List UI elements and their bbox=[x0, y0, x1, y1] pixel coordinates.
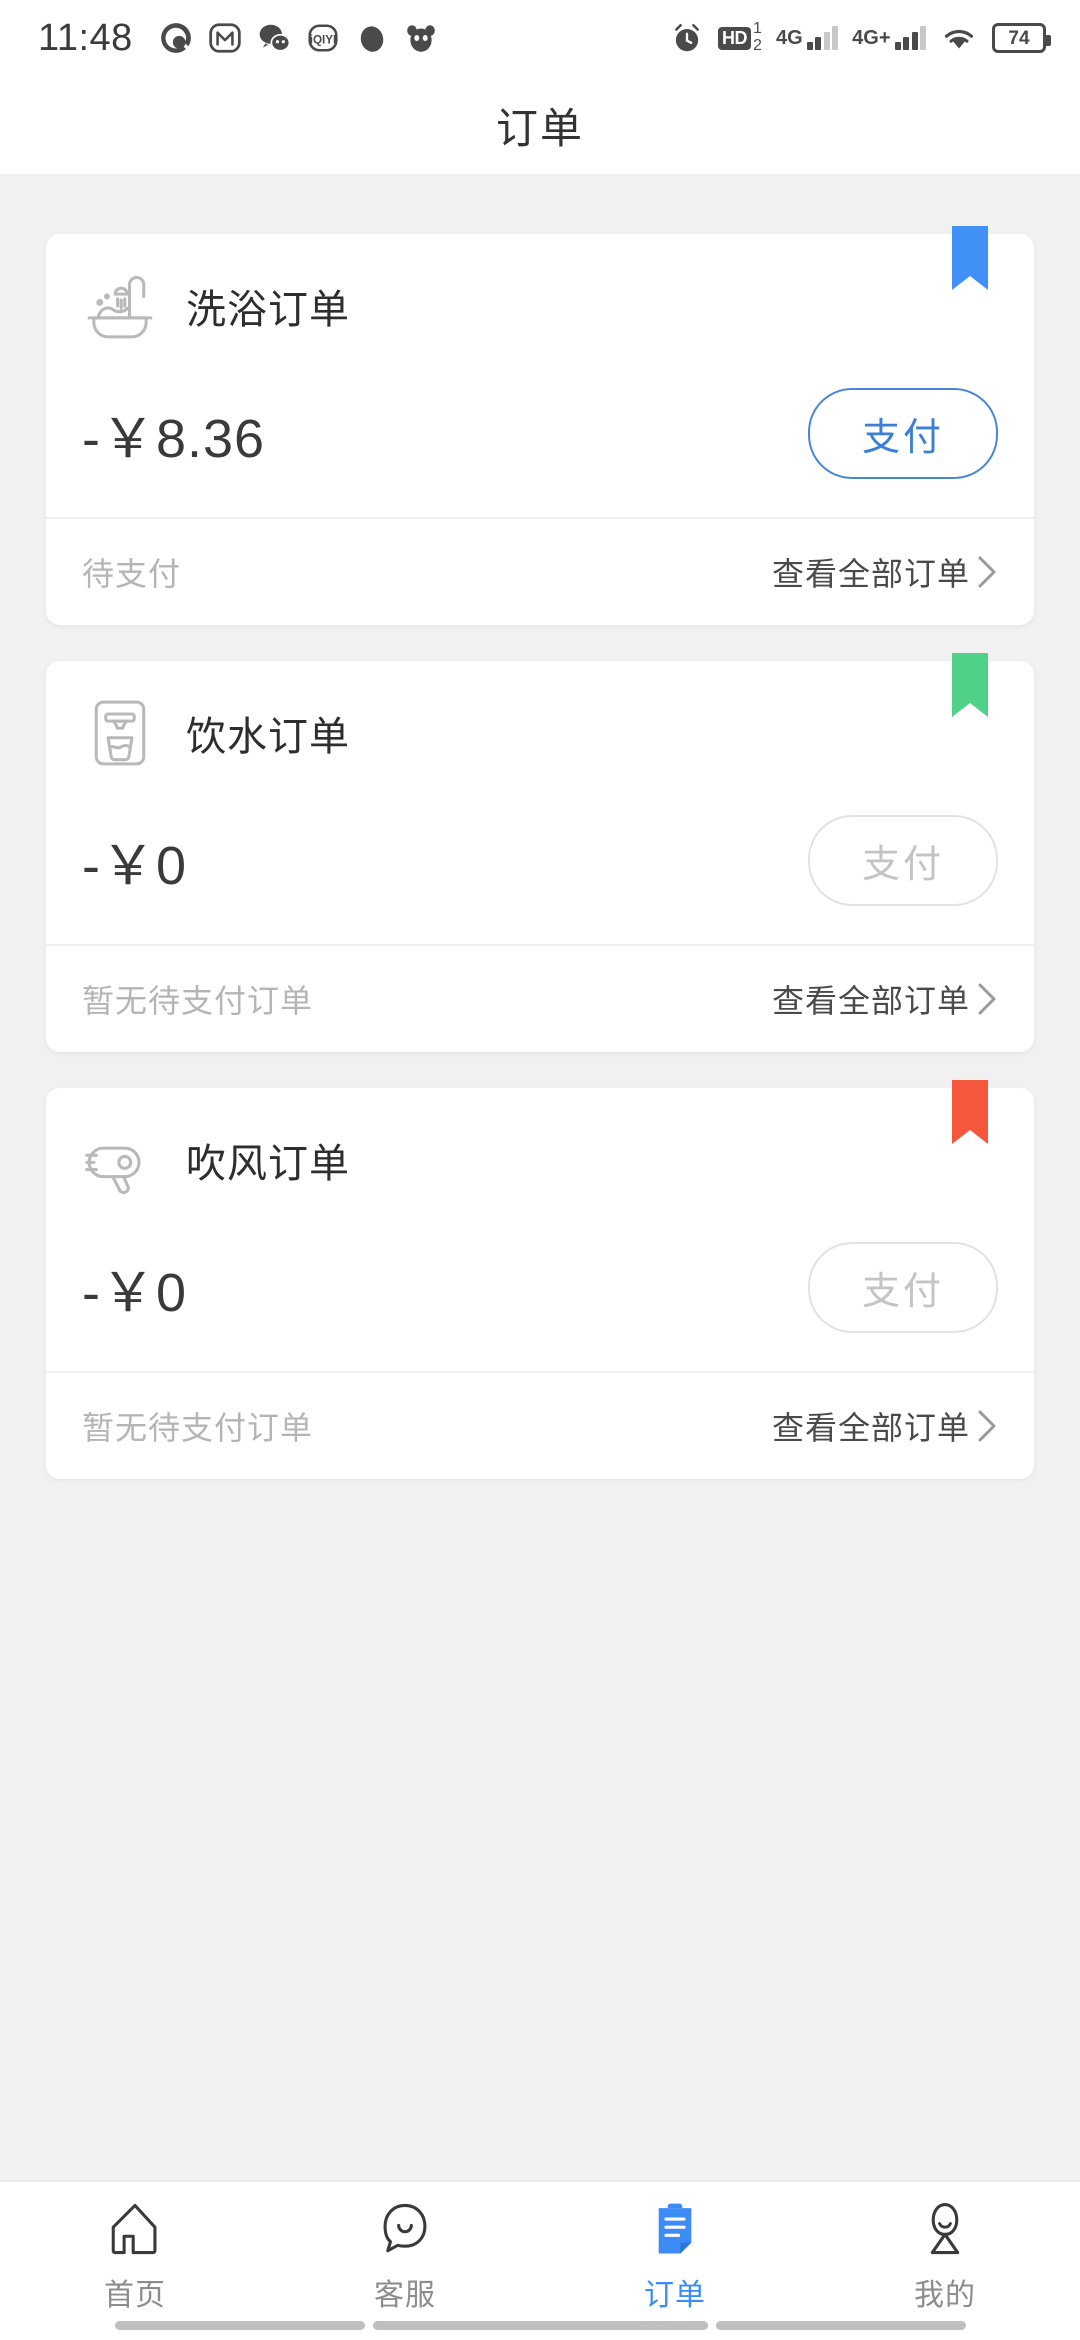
tab-mine[interactable]: 我的 bbox=[810, 2200, 1080, 2314]
tab-home-label: 首页 bbox=[104, 2279, 166, 2312]
battery-indicator: 74 bbox=[992, 23, 1051, 53]
lemon-icon bbox=[360, 26, 384, 52]
ribbon-bookmark-icon bbox=[952, 1080, 988, 1144]
card-body: 洗浴订单 -￥8.36 支付 bbox=[46, 234, 1034, 517]
view-all-orders-label: 查看全部订单 bbox=[771, 983, 970, 1019]
pay-button[interactable]: 支付 bbox=[808, 815, 998, 906]
home-icon bbox=[111, 2203, 157, 2255]
card-header: 洗浴订单 bbox=[82, 268, 998, 354]
iqiyi-icon: iQIYI bbox=[308, 24, 338, 52]
status-time: 11:48 bbox=[38, 16, 133, 59]
chevron-right-icon bbox=[978, 983, 996, 1015]
home-indicator bbox=[0, 2321, 1080, 2330]
order-card-water[interactable]: 饮水订单 -￥0 支付 暂无待支付订单 查看全部订单 bbox=[46, 653, 1034, 1052]
svg-text:iQIYI: iQIYI bbox=[309, 33, 336, 46]
wifi-icon bbox=[944, 29, 974, 49]
card-title: 吹风订单 bbox=[186, 1142, 350, 1186]
view-all-orders-label: 查看全部订单 bbox=[771, 556, 970, 592]
status-bar-right: HD 1 2 4G 4G+ 74 bbox=[670, 20, 1051, 55]
ribbon-bookmark-icon bbox=[952, 653, 988, 717]
card-amount-row: -￥0 支付 bbox=[82, 1208, 998, 1341]
order-amount: -￥8.36 bbox=[82, 409, 266, 469]
card-body: 饮水订单 -￥0 支付 bbox=[46, 661, 1034, 944]
pay-button[interactable]: 支付 bbox=[808, 388, 998, 479]
page-title: 订单 bbox=[495, 104, 584, 152]
order-amount: -￥0 bbox=[82, 836, 188, 896]
alarm-clock-icon bbox=[675, 23, 699, 52]
panda-icon bbox=[406, 25, 435, 52]
order-status-text: 暂无待支付订单 bbox=[82, 1410, 314, 1446]
order-card-hairdryer[interactable]: 吹风订单 -￥0 支付 暂无待支付订单 查看全部订单 bbox=[46, 1080, 1034, 1479]
card-title: 洗浴订单 bbox=[186, 288, 350, 332]
signal-bars-2 bbox=[894, 26, 926, 50]
tab-orders-label: 订单 bbox=[644, 2279, 706, 2312]
battery-level: 74 bbox=[1008, 27, 1030, 49]
person-icon bbox=[930, 2202, 960, 2255]
network-type-1: 4G bbox=[775, 27, 803, 49]
app-screen: 11:48 iQIYI HD 1 2 4G 4G+ 74 订单 洗浴订单 -￥8… bbox=[0, 0, 1080, 2340]
signal-4g-plus-sim2: 4G+ bbox=[852, 26, 926, 50]
signal-4g-sim1: 4G bbox=[775, 26, 839, 50]
bottom-tab-bar: 首页 客服 订单 我的 bbox=[0, 2180, 1080, 2340]
card-footer: 暂无待支付订单 查看全部订单 bbox=[46, 1371, 1034, 1479]
order-status-text: 待支付 bbox=[82, 556, 182, 592]
order-card-bath[interactable]: 洗浴订单 -￥8.36 支付 待支付 查看全部订单 bbox=[46, 226, 1034, 625]
hd-volte-icon: HD 1 2 bbox=[718, 20, 762, 55]
view-all-orders-label: 查看全部订单 bbox=[771, 1410, 970, 1446]
network-type-2: 4G+ bbox=[852, 27, 891, 49]
hd-sim-bottom: 2 bbox=[753, 37, 762, 54]
water-dispenser-icon bbox=[94, 700, 146, 766]
view-all-orders-link[interactable]: 查看全部订单 bbox=[772, 549, 998, 595]
signal-bars-1 bbox=[806, 26, 839, 50]
home-indicator-segment bbox=[114, 2321, 365, 2330]
card-footer: 暂无待支付订单 查看全部订单 bbox=[46, 944, 1034, 1052]
card-title: 饮水订单 bbox=[186, 715, 350, 759]
hair-dryer-icon bbox=[85, 1146, 141, 1195]
card-amount-row: -￥8.36 支付 bbox=[82, 354, 998, 487]
order-list: 洗浴订单 -￥8.36 支付 待支付 查看全部订单 饮水订单 -￥0 支付 暂无… bbox=[0, 174, 1080, 2180]
status-bar: 11:48 iQIYI HD 1 2 4G 4G+ 74 bbox=[0, 0, 1080, 76]
wechat-icon bbox=[259, 24, 291, 52]
card-footer: 待支付 查看全部订单 bbox=[46, 517, 1034, 625]
customer-service-icon bbox=[383, 2203, 427, 2253]
status-bar-left: 11:48 iQIYI bbox=[38, 17, 438, 60]
hd-label: HD bbox=[718, 26, 752, 50]
hd-sim-top: 1 bbox=[753, 20, 762, 38]
tab-mine-label: 我的 bbox=[914, 2279, 976, 2312]
hd-sim-numbers: 1 2 bbox=[753, 20, 762, 55]
chevron-right-icon bbox=[978, 556, 996, 588]
chevron-right-icon bbox=[978, 1410, 996, 1442]
quark-icon bbox=[160, 23, 191, 53]
card-body: 吹风订单 -￥0 支付 bbox=[46, 1088, 1034, 1371]
card-header: 吹风订单 bbox=[82, 1122, 998, 1208]
home-indicator-segment bbox=[372, 2321, 708, 2330]
meituan-icon bbox=[209, 23, 241, 53]
tab-orders[interactable]: 订单 bbox=[540, 2200, 810, 2314]
tab-customer-service[interactable]: 客服 bbox=[270, 2200, 540, 2314]
order-clipboard-icon bbox=[658, 2203, 692, 2254]
view-all-orders-link[interactable]: 查看全部订单 bbox=[772, 976, 998, 1022]
page-header: 订单 bbox=[0, 76, 1080, 174]
card-header: 饮水订单 bbox=[82, 695, 998, 781]
tab-customer-service-label: 客服 bbox=[374, 2279, 436, 2312]
tab-home[interactable]: 首页 bbox=[0, 2200, 270, 2314]
ribbon-bookmark-icon bbox=[952, 226, 988, 290]
home-indicator-segment bbox=[715, 2321, 966, 2330]
pay-button[interactable]: 支付 bbox=[808, 1242, 998, 1333]
view-all-orders-link[interactable]: 查看全部订单 bbox=[772, 1403, 998, 1449]
bathtub-shower-icon bbox=[87, 276, 153, 339]
card-amount-row: -￥0 支付 bbox=[82, 781, 998, 914]
order-amount: -￥0 bbox=[82, 1263, 188, 1323]
status-notification-icons: iQIYI bbox=[159, 21, 438, 55]
order-status-text: 暂无待支付订单 bbox=[82, 983, 314, 1019]
